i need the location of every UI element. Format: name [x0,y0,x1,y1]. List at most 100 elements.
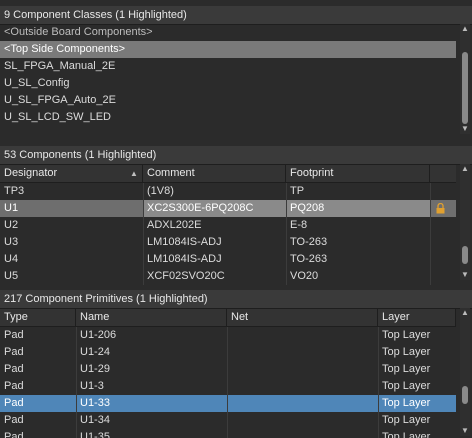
primitives-table: Pad U1-206 Top Layer Pad U1-24 Top Layer… [0,327,456,438]
col-net[interactable]: Net [227,309,378,326]
class-item-top-side[interactable]: <Top Side Components> [0,41,456,58]
components-header: 53 Components (1 Highlighted) [0,146,472,165]
cell-name: U1-206 [80,329,117,341]
cell-designator: U2 [4,219,19,231]
table-row[interactable]: Pad U1-29 Top Layer [0,361,456,378]
cell-layer: Top Layer [382,414,431,426]
cell-type: Pad [4,431,24,438]
cell-designator: U5 [4,270,19,282]
component-classes-header: 9 Component Classes (1 Highlighted) [0,6,472,25]
cell-type: Pad [4,380,24,392]
components-table: TP3 (1V8) TP U1 XC2S300E-6PQ208C PQ208 U… [0,183,456,285]
classes-scrollbar[interactable]: ▲ ▼ [460,24,470,134]
component-classes-list: <Outside Board Components> <Top Side Com… [0,24,456,126]
column-divider [227,327,228,438]
table-row-selected[interactable]: U1 XC2S300E-6PQ208C PQ208 [0,200,456,217]
table-row[interactable]: Pad U1-3 Top Layer [0,378,456,395]
column-divider [76,327,77,438]
cell-footprint: VO20 [290,270,319,282]
col-name[interactable]: Name [76,309,227,326]
cell-type: Pad [4,414,24,426]
table-row[interactable]: U4 LM1084IS-ADJ TO-263 [0,251,456,268]
scroll-down-icon[interactable]: ▼ [460,270,470,280]
components-scrollbar[interactable]: ▲ ▼ [460,164,470,280]
table-row[interactable]: Pad U1-34 Top Layer [0,412,456,429]
cell-footprint: TP [290,185,305,197]
cell-designator: TP3 [4,185,25,197]
cell-net [227,378,378,395]
scroll-up-icon[interactable]: ▲ [460,164,470,174]
cell-type: Pad [4,363,24,375]
cell-name: U1-24 [80,346,110,358]
cell-layer: Top Layer [382,397,431,409]
scroll-down-icon[interactable]: ▼ [460,124,470,134]
primitives-scroll-thumb[interactable] [462,386,468,404]
cell-footprint: TO-263 [290,236,328,248]
column-divider [430,183,431,285]
primitives-header: 217 Component Primitives (1 Highlighted) [0,290,472,309]
components-scroll-thumb[interactable] [462,246,468,264]
cell-footprint: TO-263 [290,253,328,265]
scroll-up-icon[interactable]: ▲ [460,24,470,34]
table-row[interactable]: Pad U1-35 Top Layer [0,429,456,438]
col-type[interactable]: Type [0,309,76,326]
cell-footprint: PQ208 [286,200,430,217]
lock-icon[interactable] [436,203,445,214]
cell-net [227,429,378,438]
table-row[interactable]: TP3 (1V8) TP [0,183,456,200]
cell-comment: XC2S300E-6PQ208C [143,200,286,217]
cell-name: U1-34 [80,414,110,426]
cell-layer: Top Layer [382,380,431,392]
cell-designator: U3 [4,236,19,248]
primitives-column-header: Type Name Net Layer [0,309,456,327]
cell-type: Pad [4,397,24,409]
classes-scroll-thumb[interactable] [462,52,468,124]
table-row[interactable]: U5 XCF02SVO20C VO20 [0,268,456,285]
table-row-selected[interactable]: Pad U1-33 Top Layer [0,395,456,412]
class-item-u-sl-fpga-auto[interactable]: U_SL_FPGA_Auto_2E [0,92,456,109]
cell-type: Pad [4,346,24,358]
class-item-u-sl-lcd-sw-led[interactable]: U_SL_LCD_SW_LED [0,109,456,126]
class-item-u-sl-config[interactable]: U_SL_Config [0,75,456,92]
table-row[interactable]: U3 LM1084IS-ADJ TO-263 [0,234,456,251]
cell-name: U1-33 [80,397,110,409]
column-divider [378,327,379,438]
components-column-header: Designator ▲ Comment Footprint [0,165,456,183]
cell-name: U1-35 [80,431,110,438]
cell-comment: LM1084IS-ADJ [147,253,222,265]
cell-name: U1-29 [80,363,110,375]
cell-comment: XCF02SVO20C [147,270,225,282]
class-item-outside-board[interactable]: <Outside Board Components> [0,24,456,41]
cell-type: Pad [4,329,24,341]
column-divider [286,183,287,285]
cell-layer: Top Layer [382,346,431,358]
class-item-sl-fpga-manual[interactable]: SL_FPGA_Manual_2E [0,58,456,75]
component-primitives-panel: 217 Component Primitives (1 Highlighted)… [0,288,472,438]
col-layer[interactable]: Layer [378,309,456,326]
cell-net [227,327,378,344]
table-row[interactable]: Pad U1-206 Top Layer [0,327,456,344]
cell-net [227,395,378,412]
table-row[interactable]: Pad U1-24 Top Layer [0,344,456,361]
scroll-up-icon[interactable]: ▲ [460,308,470,318]
cell-layer: Top Layer [382,431,431,438]
cell-net [227,412,378,429]
col-designator[interactable]: Designator [0,165,143,182]
sort-arrow-icon[interactable]: ▲ [130,165,138,182]
col-comment[interactable]: Comment [143,165,286,182]
component-classes-panel: 9 Component Classes (1 Highlighted) <Out… [0,0,472,142]
scroll-down-icon[interactable]: ▼ [460,426,470,436]
cell-designator: U4 [4,253,19,265]
cell-designator: U1 [4,202,19,214]
cell-net [227,361,378,378]
cell-name: U1-3 [80,380,104,392]
cell-layer: Top Layer [382,329,431,341]
cell-net [227,344,378,361]
cell-comment: LM1084IS-ADJ [147,236,222,248]
table-row[interactable]: U2 ADXL202E E-8 [0,217,456,234]
primitives-scrollbar[interactable]: ▲ ▼ [460,308,470,436]
column-divider [143,183,144,285]
col-footprint[interactable]: Footprint [286,165,430,182]
components-panel: 53 Components (1 Highlighted) Designator… [0,144,472,286]
cell-footprint: E-8 [290,219,308,231]
